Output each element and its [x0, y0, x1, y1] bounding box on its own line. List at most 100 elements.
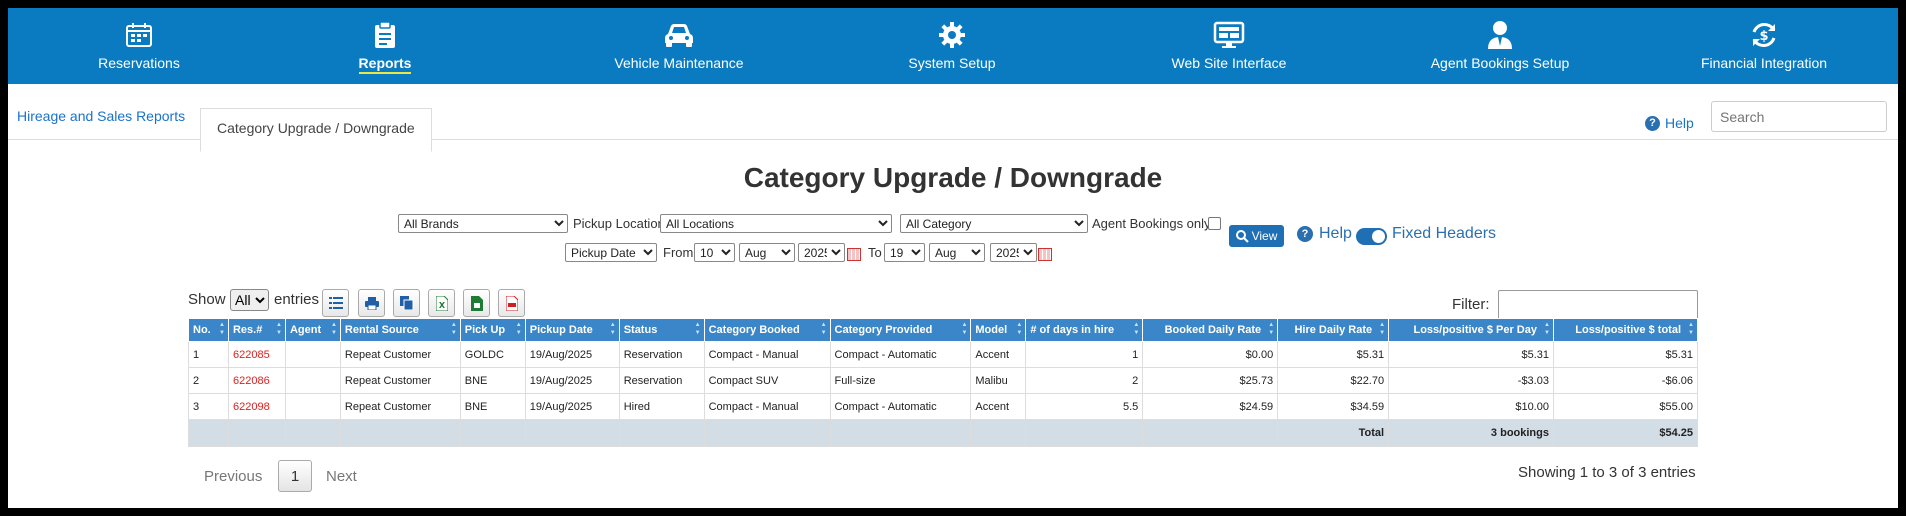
cell-pick-up: BNE — [459, 393, 526, 420]
nav-reports[interactable]: Reports — [345, 8, 425, 84]
from-calendar-icon[interactable] — [847, 248, 861, 261]
print-button[interactable] — [358, 289, 385, 317]
cell-no: 2 — [188, 367, 229, 394]
column-header[interactable]: Agent — [284, 318, 341, 342]
previous-page-button[interactable]: Previous — [204, 468, 262, 485]
nav-financial-integration[interactable]: $ Financial Integration — [1691, 8, 1837, 84]
page-1-button[interactable]: 1 — [278, 460, 312, 492]
cell-res-link[interactable]: 622085 — [227, 341, 286, 368]
nav-reservations[interactable]: Reservations — [74, 8, 204, 84]
export-csv-button[interactable] — [463, 289, 490, 317]
help-label: Help — [1319, 225, 1352, 242]
nav-label: Agent Bookings Setup — [1430, 55, 1570, 71]
filter-input[interactable] — [1498, 290, 1698, 320]
cell-agent — [284, 393, 341, 420]
nav-label: Financial Integration — [1700, 55, 1828, 71]
column-header[interactable]: Loss/positive $ Per Day — [1388, 318, 1554, 342]
help-link[interactable]: ? Help — [1645, 115, 1694, 131]
view-button[interactable]: View — [1229, 225, 1284, 247]
to-day-select[interactable]: 19 — [884, 243, 925, 262]
column-header[interactable]: Res.# — [227, 318, 286, 342]
top-nav: Reservations Reports Vehicle Maintenance… — [8, 8, 1898, 84]
cell-status: Hired — [618, 393, 705, 420]
brand-select[interactable]: All Brands — [398, 214, 568, 233]
column-header[interactable]: Category Provided — [829, 318, 972, 342]
from-year-select[interactable]: 2025 — [798, 243, 845, 262]
cell-res-link[interactable]: 622098 — [227, 393, 286, 420]
column-header[interactable]: Hire Daily Rate — [1277, 318, 1390, 342]
excel-file-icon: X — [435, 295, 448, 311]
totals-empty — [829, 419, 972, 447]
entries-info: Showing 1 to 3 of 3 entries — [1518, 464, 1696, 481]
nav-vehicle-maintenance[interactable]: Vehicle Maintenance — [604, 8, 754, 84]
nav-web-site-interface[interactable]: Web Site Interface — [1154, 8, 1304, 84]
cell-pickup-date: 19/Aug/2025 — [524, 367, 620, 394]
svg-text:X: X — [438, 301, 445, 310]
nav-agent-bookings-setup[interactable]: Agent Bookings Setup — [1410, 8, 1590, 84]
filter-help-link[interactable]: ? Help — [1297, 225, 1352, 243]
cell-category-provided: Compact - Automatic — [829, 341, 972, 368]
location-select[interactable]: All Locations — [660, 214, 892, 233]
column-header[interactable]: Loss/positive $ total — [1552, 318, 1699, 342]
column-header[interactable]: Pickup Date — [524, 318, 620, 342]
cell-no: 3 — [188, 393, 229, 420]
date-type-select[interactable]: Pickup Date — [565, 243, 657, 262]
cell-pick-up: BNE — [459, 367, 526, 394]
nav-label: Vehicle Maintenance — [614, 55, 744, 71]
column-header[interactable]: Rental Source — [339, 318, 461, 342]
totals-empty — [284, 419, 341, 447]
cell-hire-rate: $34.59 — [1277, 393, 1390, 420]
totals-empty — [970, 419, 1027, 447]
cell-category-booked: Compact - Manual — [703, 393, 831, 420]
pdf-file-icon — [505, 295, 518, 311]
category-select[interactable]: All Category — [900, 214, 1088, 233]
cell-days: 1 — [1025, 341, 1144, 368]
export-pdf-button[interactable] — [498, 289, 525, 317]
entries-select[interactable]: All — [230, 289, 269, 311]
column-header[interactable]: Pick Up — [459, 318, 526, 342]
cell-category-booked: Compact - Manual — [703, 341, 831, 368]
cell-model: Accent — [970, 341, 1027, 368]
column-header[interactable]: No. — [188, 318, 229, 342]
cell-model: Accent — [970, 393, 1027, 420]
column-visibility-button[interactable] — [322, 289, 349, 317]
column-header[interactable]: Model — [970, 318, 1027, 342]
column-header[interactable]: Category Booked — [703, 318, 831, 342]
from-month-select[interactable]: Aug — [739, 243, 795, 262]
table-row: 2 622086 Repeat Customer BNE 19/Aug/2025… — [188, 367, 1699, 394]
svg-text:$: $ — [1759, 29, 1768, 44]
column-header[interactable]: Booked Daily Rate — [1142, 318, 1279, 342]
cell-hire-rate: $5.31 — [1277, 341, 1390, 368]
export-excel-button[interactable]: X — [428, 289, 455, 317]
help-icon: ? — [1297, 226, 1313, 242]
fixed-headers-toggle[interactable] — [1356, 228, 1387, 245]
cell-res-link[interactable]: 622086 — [227, 367, 286, 394]
tab-category-upgrade-downgrade[interactable]: Category Upgrade / Downgrade — [200, 108, 432, 152]
agent-bookings-only-checkbox[interactable] — [1208, 217, 1221, 230]
column-header[interactable]: Status — [618, 318, 705, 342]
nav-system-setup[interactable]: System Setup — [897, 8, 1007, 84]
fixed-headers-label: Fixed Headers — [1392, 225, 1497, 242]
cell-hire-rate: $22.70 — [1277, 367, 1390, 394]
tab-hireage-and-sales-reports[interactable]: Hireage and Sales Reports — [17, 108, 185, 124]
help-icon: ? — [1645, 115, 1660, 131]
table-header-row: No. Res.# Agent Rental Source Pick Up Pi… — [188, 318, 1699, 342]
cell-loss-total: -$6.06 — [1552, 367, 1699, 394]
cell-model: Malibu — [970, 367, 1027, 394]
to-calendar-icon[interactable] — [1038, 248, 1052, 261]
to-month-select[interactable]: Aug — [929, 243, 985, 262]
cell-agent — [284, 341, 341, 368]
column-header[interactable]: # of days in hire — [1025, 318, 1144, 342]
cell-status: Reservation — [618, 341, 705, 368]
next-page-button[interactable]: Next — [326, 468, 357, 485]
cell-rental-source: Repeat Customer — [339, 341, 461, 368]
clipboard-icon — [368, 20, 402, 50]
to-year-select[interactable]: 2025 — [990, 243, 1037, 262]
nav-label: System Setup — [908, 55, 996, 71]
from-day-select[interactable]: 10 — [694, 243, 735, 262]
from-label: From — [663, 245, 694, 260]
totals-empty — [1142, 419, 1279, 447]
view-label: View — [1251, 229, 1278, 243]
copy-button[interactable] — [393, 289, 420, 317]
search-input[interactable] — [1711, 101, 1887, 132]
